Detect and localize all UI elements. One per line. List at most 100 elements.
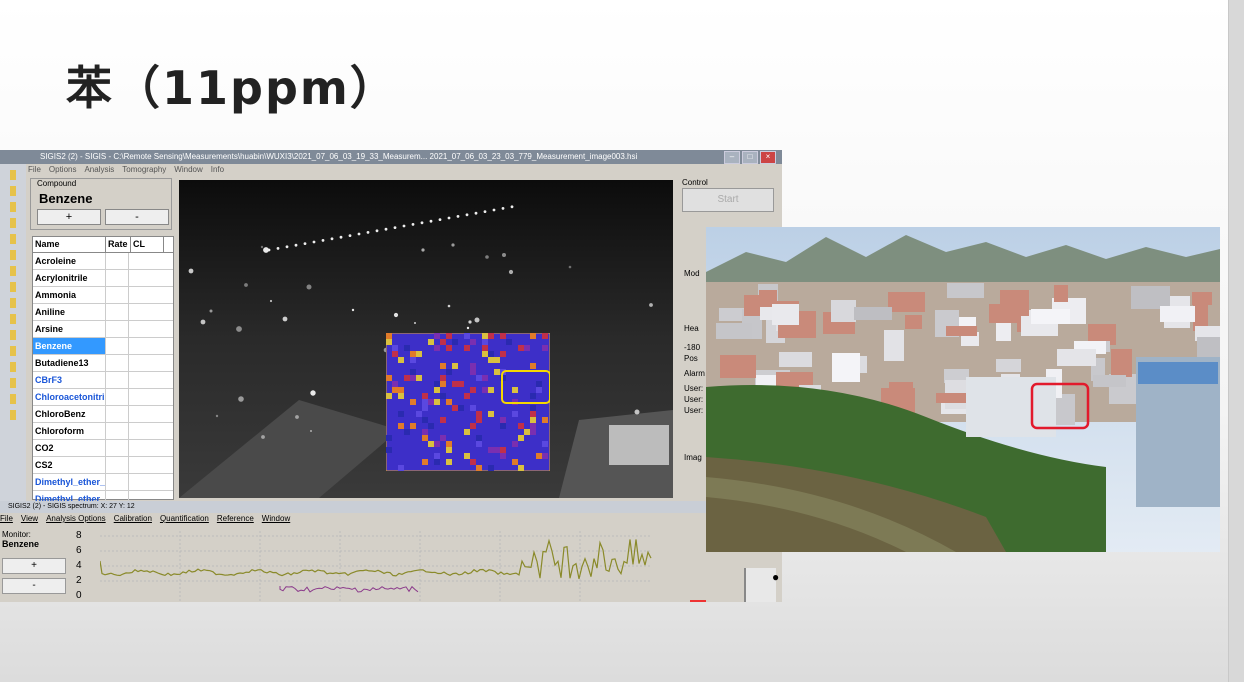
y-tick-8: 8 — [76, 530, 82, 541]
menu-window[interactable]: Window — [174, 165, 202, 177]
spec-menu-file[interactable]: File — [0, 514, 13, 526]
table-row[interactable]: Benzene — [33, 338, 173, 355]
row-name: Butadiene13 — [33, 355, 106, 371]
compound-group: Compound Benzene + - — [30, 178, 172, 230]
row-name: CBrF3 — [33, 372, 106, 388]
spec-menu-window[interactable]: Window — [262, 514, 290, 526]
spec-menu-reference[interactable]: Reference — [217, 514, 254, 526]
compound-table: Name Rate CL Acroleine Acrylonitrile Ammon… — [32, 236, 174, 508]
red-pointer-mark — [690, 600, 706, 602]
y-tick-2: 2 — [76, 575, 82, 586]
row-rate — [106, 423, 129, 439]
spectrum-plot[interactable] — [100, 531, 652, 602]
minimize-button[interactable]: – — [724, 151, 740, 164]
row-name: Dimethyl_ether_ — [33, 474, 106, 490]
angle-label: -180 — [684, 343, 701, 352]
menu-file[interactable]: File — [28, 165, 41, 177]
table-row[interactable]: Aniline — [33, 304, 173, 321]
row-name: Aniline — [33, 304, 106, 320]
sigis-window-title: SIGIS2 (2) - SIGIS - C:\Remote Sensing\M… — [40, 152, 638, 161]
row-rate — [106, 372, 129, 388]
row-name: CO2 — [33, 440, 106, 456]
concentration-heatmap — [386, 333, 550, 471]
row-rate — [106, 355, 129, 371]
alarm-label: Alarm — [684, 369, 705, 378]
col-rate[interactable]: Rate — [106, 237, 131, 252]
spec-menu-calibration[interactable]: Calibration — [114, 514, 152, 526]
spectrum-window-title: SIGIS2 (2) - SIGIS spectrum: X: 27 Y: 12 — [0, 501, 782, 513]
table-row[interactable]: ChloroBenz — [33, 406, 173, 423]
compound-plus-button[interactable]: + — [37, 209, 101, 225]
side-scroll-area: ● — [744, 568, 779, 602]
row-name: Arsine — [33, 321, 106, 337]
sigis-title-bar: SIGIS2 (2) - SIGIS - C:\Remote Sensing\M… — [0, 150, 782, 164]
row-name: Benzene — [33, 338, 106, 354]
slide-title: 苯（11ppm） — [66, 61, 398, 115]
control-side-labels: Mod Hea -180 Pos Alarm User: User: User:… — [684, 268, 705, 463]
menu-info[interactable]: Info — [211, 165, 224, 177]
compound-label: Compound — [37, 179, 77, 188]
menu-tomography[interactable]: Tomography — [122, 165, 166, 177]
row-name: Acrylonitrile — [33, 270, 106, 286]
left-explorer-strip — [0, 164, 26, 504]
menu-analysis[interactable]: Analysis — [84, 165, 114, 177]
row-rate — [106, 406, 129, 422]
table-row[interactable]: CS2 — [33, 457, 173, 474]
table-row[interactable]: Chloroacetonitri — [33, 389, 173, 406]
table-row[interactable]: Arsine — [33, 321, 173, 338]
compound-table-header: Name Rate CL — [33, 237, 173, 253]
monitor-value: Benzene — [2, 539, 40, 549]
control-label: Control — [682, 178, 708, 187]
col-name[interactable]: Name — [33, 237, 106, 252]
monitor-label: Monitor: — [2, 530, 31, 539]
maximize-button[interactable]: □ — [742, 151, 758, 164]
row-rate — [106, 338, 129, 354]
monitor-panel: Monitor: Benzene + - — [2, 530, 68, 602]
slide-edge — [1228, 0, 1244, 682]
y-tick-0: 0 — [76, 590, 82, 601]
monitor-minus-button[interactable]: - — [2, 578, 66, 594]
y-tick-6: 6 — [76, 545, 82, 556]
compound-minus-button[interactable]: - — [105, 209, 169, 225]
table-row[interactable]: Butadiene13 — [33, 355, 173, 372]
menu-options[interactable]: Options — [49, 165, 77, 177]
row-rate — [106, 253, 129, 269]
y-tick-4: 4 — [76, 560, 82, 571]
close-button[interactable]: × — [760, 151, 776, 164]
monitor-plus-button[interactable]: + — [2, 558, 66, 574]
row-name: ChloroBenz — [33, 406, 106, 422]
image-label: Imag — [684, 453, 702, 462]
mode-label: Mod — [684, 269, 700, 278]
aerial-photo — [706, 227, 1220, 552]
row-name: CS2 — [33, 457, 106, 473]
row-rate — [106, 321, 129, 337]
spec-menu-analysis-options[interactable]: Analysis Options — [46, 514, 106, 526]
row-name: Ammonia — [33, 287, 106, 303]
table-row[interactable]: Chloroform — [33, 423, 173, 440]
table-row[interactable]: Acrylonitrile — [33, 270, 173, 287]
spec-menu-quantification[interactable]: Quantification — [160, 514, 209, 526]
row-rate — [106, 304, 129, 320]
sigis-menu-bar: File Options Analysis Tomography Window … — [28, 165, 224, 177]
sigis-screenshot: SIGIS2 (2) - SIGIS - C:\Remote Sensing\M… — [0, 150, 782, 602]
table-row[interactable]: Acroleine — [33, 253, 173, 270]
table-row[interactable]: CO2 — [33, 440, 173, 457]
camera-video-view[interactable] — [179, 180, 673, 498]
spectrum-menu-bar: File View Analysis Options Calibration Q… — [0, 514, 290, 526]
row-rate — [106, 270, 129, 286]
heading-label: Hea — [684, 324, 699, 333]
row-name: Chloroacetonitri — [33, 389, 106, 405]
start-button[interactable]: Start — [682, 188, 774, 212]
table-row[interactable]: CBrF3 — [33, 372, 173, 389]
spec-menu-view[interactable]: View — [21, 514, 38, 526]
table-row[interactable]: Dimethyl_ether_ — [33, 474, 173, 491]
table-row[interactable]: Ammonia — [33, 287, 173, 304]
compound-value: Benzene — [39, 191, 93, 206]
col-cl[interactable]: CL — [131, 237, 164, 252]
user-label-2: User: — [684, 395, 704, 404]
position-label: Pos — [684, 354, 698, 363]
row-rate — [106, 287, 129, 303]
row-name: Acroleine — [33, 253, 106, 269]
row-name: Chloroform — [33, 423, 106, 439]
row-rate — [106, 474, 129, 490]
